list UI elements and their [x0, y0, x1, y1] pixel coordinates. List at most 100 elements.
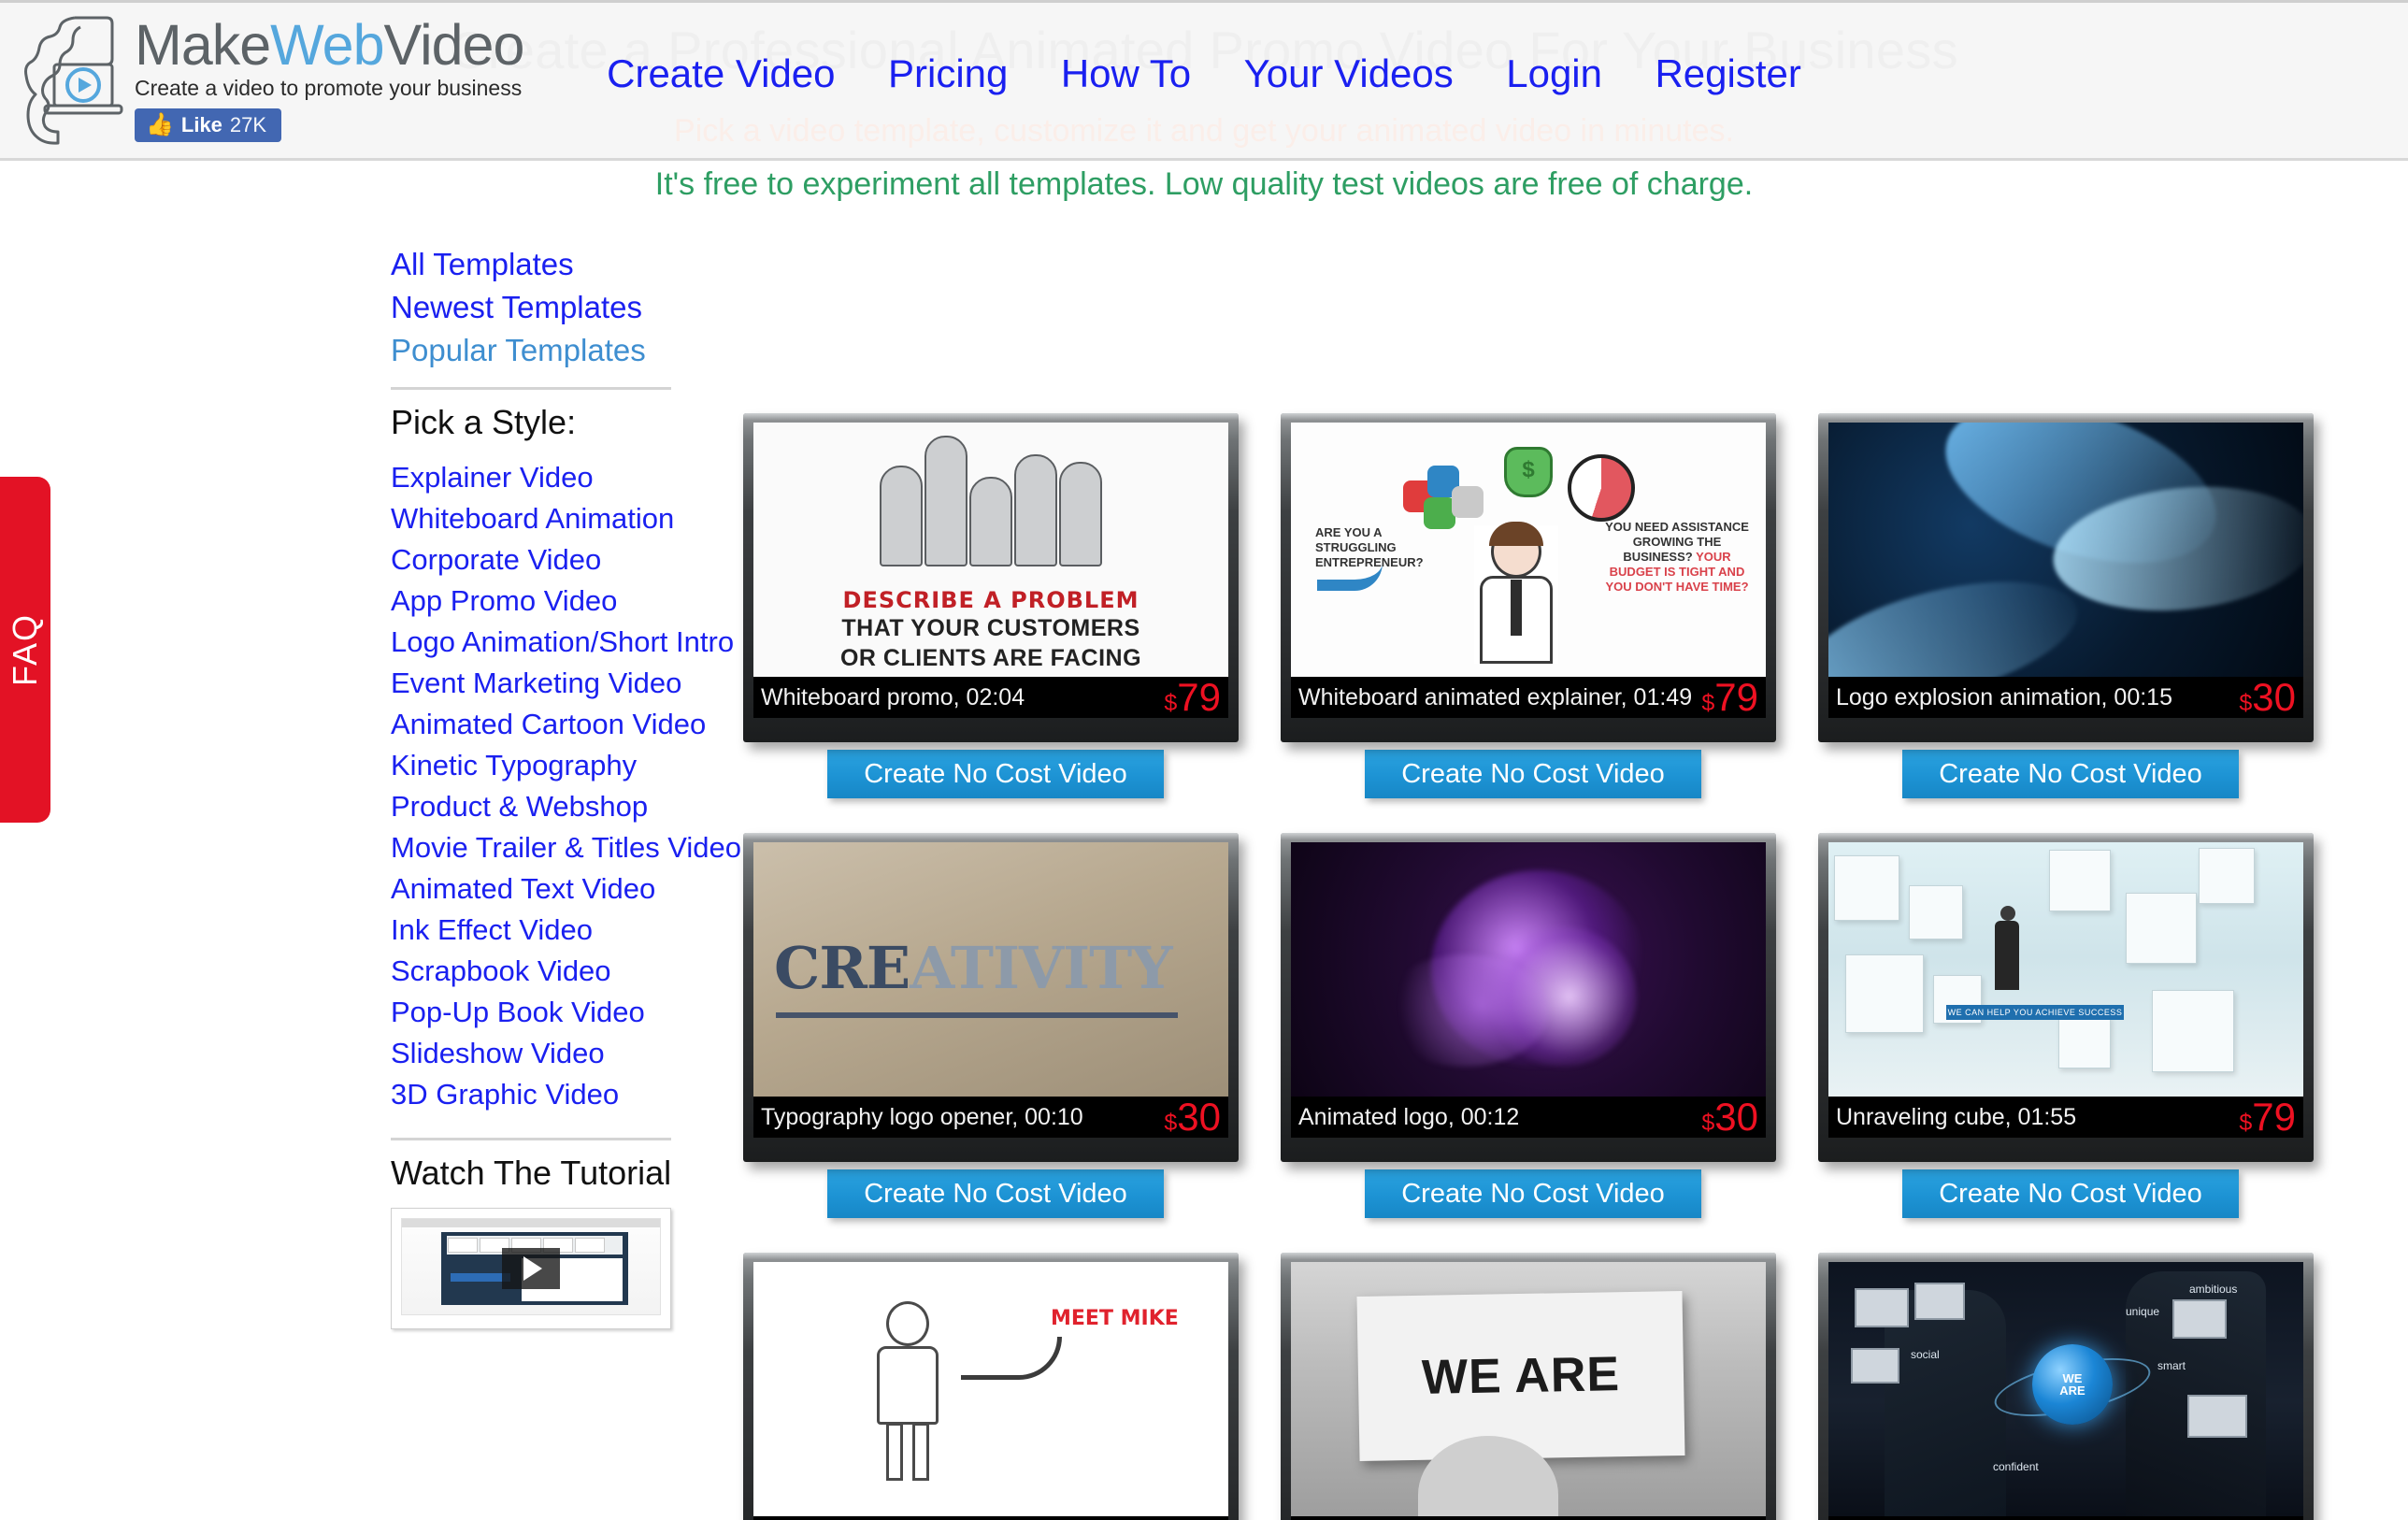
sidebar-item-popular-templates[interactable]: Popular Templates: [391, 329, 671, 372]
facebook-like-button[interactable]: 👍 Like 27K: [135, 108, 282, 142]
create-no-cost-video-button[interactable]: Create No Cost Video: [1902, 1169, 2239, 1218]
nav-how-to[interactable]: How To: [1061, 51, 1191, 96]
thumbs-up-icon: 👍: [146, 112, 174, 137]
sidebar-style-animated-text-video[interactable]: Animated Text Video: [391, 868, 671, 910]
template-info-bar: Animated logo, 00:12 $30: [1291, 1097, 1766, 1138]
sidebar-style-movie-trailer-titles[interactable]: Movie Trailer & Titles Video: [391, 827, 741, 868]
thumb-line-1: DESCRIBE A PROBLEM: [842, 587, 1140, 613]
tutorial-video-thumbnail[interactable]: [391, 1208, 671, 1329]
whiteboard-crowd-art: DESCRIBE A PROBLEM THAT YOUR CUSTOMERS O…: [753, 423, 1228, 677]
template-card[interactable]: WE ARE social unique ambitious smart con…: [1818, 1253, 2323, 1520]
thumb-word-cre: CRE: [774, 934, 910, 1002]
sidebar-style-kinetic-typography[interactable]: Kinetic Typography: [391, 745, 671, 786]
template-preview-frame[interactable]: WE ARE Hands promo, 01:25 $79: [1281, 1253, 1776, 1520]
template-title: Logo explosion animation, 00:15: [1836, 683, 2172, 710]
stick-figure: [873, 1301, 944, 1481]
sidebar-style-ink-effect-video[interactable]: Ink Effect Video: [391, 910, 671, 951]
template-thumbnail: ARE YOU A STRUGGLING ENTREPRENEUR? YOU N…: [1291, 423, 1766, 677]
template-info-bar: Corporate introduction, 00:34 $39: [1828, 1516, 2303, 1520]
template-info-bar: Logo explosion animation, 00:15 $30: [1828, 677, 2303, 718]
template-preview-frame[interactable]: CREATIVITY Typography logo opener, 00:10…: [743, 833, 1239, 1162]
thumb-line-2: THAT YOUR CUSTOMERS: [841, 615, 1140, 641]
facebook-like-count: 27K: [229, 113, 267, 136]
template-card[interactable]: WE ARE Hands promo, 01:25 $79 Create No …: [1281, 1253, 1785, 1520]
sidebar-item-newest-templates[interactable]: Newest Templates: [391, 286, 671, 329]
sidebar-style-slideshow-video[interactable]: Slideshow Video: [391, 1033, 671, 1074]
template-price: $79: [1701, 678, 1758, 717]
sidebar-item-all-templates[interactable]: All Templates: [391, 243, 671, 286]
blue-energy-art: [1828, 423, 2303, 677]
template-price: $79: [1164, 678, 1221, 717]
template-thumbnail: WE CAN HELP YOU ACHIEVE SUCCESS: [1828, 842, 2303, 1097]
money-bag-icon: [1504, 447, 1553, 497]
price-amount: 30: [1177, 1095, 1221, 1139]
template-price: $79: [2239, 1097, 2296, 1137]
template-thumbnail: [1291, 842, 1766, 1097]
sidebar-style-corporate-video[interactable]: Corporate Video: [391, 539, 671, 581]
template-preview-frame[interactable]: MEET MIKE Meet Mike or Marry, 02:06 $79: [743, 1253, 1239, 1520]
sidebar-style-scrapbook-video[interactable]: Scrapbook Video: [391, 951, 671, 992]
nav-register[interactable]: Register: [1655, 51, 1800, 96]
corporate-introduction-art: WE ARE social unique ambitious smart con…: [1828, 1262, 2303, 1516]
play-icon[interactable]: [502, 1248, 560, 1289]
thumb-word-ativity: ATIVITY: [910, 934, 1172, 1002]
sidebar-divider-2: [391, 1138, 671, 1140]
template-thumbnail: MEET MIKE: [753, 1262, 1228, 1516]
template-info-bar: Whiteboard promo, 02:04 $79: [753, 677, 1228, 718]
template-title: Animated logo, 00:12: [1298, 1103, 1520, 1130]
create-no-cost-video-button[interactable]: Create No Cost Video: [1365, 1169, 1701, 1218]
tutorial-section: Watch The Tutorial: [391, 1154, 671, 1329]
nav-login[interactable]: Login: [1506, 51, 1602, 96]
template-preview-frame[interactable]: Animated logo, 00:12 $30: [1281, 833, 1776, 1162]
facebook-like-label: Like: [180, 113, 222, 136]
thumb-question-right: YOU NEED ASSISTANCE GROWING THE BUSINESS…: [1598, 520, 1756, 595]
template-info-bar: Typography logo opener, 00:10 $30: [753, 1097, 1228, 1138]
sidebar-style-popup-book-video[interactable]: Pop-Up Book Video: [391, 992, 671, 1033]
sidebar-style-logo-animation[interactable]: Logo Animation/Short Intro: [391, 622, 734, 663]
template-preview-frame[interactable]: Logo explosion animation, 00:15 $30: [1818, 413, 2314, 742]
thumb-line-3: OR CLIENTS ARE FACING: [839, 645, 1142, 671]
template-card[interactable]: Animated logo, 00:12 $30 Create No Cost …: [1281, 833, 1785, 1218]
tutorial-heading: Watch The Tutorial: [391, 1154, 672, 1192]
template-info-bar: Unraveling cube, 01:55 $79: [1828, 1097, 2303, 1138]
create-no-cost-video-button[interactable]: Create No Cost Video: [1902, 750, 2239, 798]
faq-tab[interactable]: FAQ: [0, 477, 50, 823]
nav-create-video[interactable]: Create Video: [607, 51, 835, 96]
template-preview-frame[interactable]: DESCRIBE A PROBLEM THAT YOUR CUSTOMERS O…: [743, 413, 1239, 742]
template-card[interactable]: Logo explosion animation, 00:15 $30 Crea…: [1818, 413, 2323, 798]
keyword-unique: unique: [2126, 1305, 2160, 1318]
template-card[interactable]: CREATIVITY Typography logo opener, 00:10…: [743, 833, 1248, 1218]
template-preview-frame[interactable]: WE CAN HELP YOU ACHIEVE SUCCESS Unraveli…: [1818, 833, 2314, 1162]
nav-your-videos[interactable]: Your Videos: [1244, 51, 1454, 96]
presenter-figure: [1995, 906, 2019, 990]
template-preview-frame[interactable]: WE ARE social unique ambitious smart con…: [1818, 1253, 2314, 1520]
curved-arrow-icon: [961, 1337, 1062, 1380]
sidebar-style-app-promo-video[interactable]: App Promo Video: [391, 581, 671, 622]
sidebar-style-3d-graphic-video[interactable]: 3D Graphic Video: [391, 1074, 671, 1115]
template-card[interactable]: MEET MIKE Meet Mike or Marry, 02:06 $79 …: [743, 1253, 1248, 1520]
create-no-cost-video-button[interactable]: Create No Cost Video: [827, 750, 1164, 798]
nav-pricing[interactable]: Pricing: [888, 51, 1008, 96]
sidebar-style-event-marketing-video[interactable]: Event Marketing Video: [391, 663, 681, 704]
hero-free-note: It's free to experiment all templates. L…: [654, 166, 1754, 202]
thumb-label: MEET MIKE: [1051, 1307, 1179, 1330]
price-amount: 79: [1177, 675, 1221, 719]
thumb-caption-text: WE CAN HELP YOU ACHIEVE SUCCESS: [1947, 1008, 2123, 1017]
template-thumbnail: WE ARE: [1291, 1262, 1766, 1516]
template-card[interactable]: DESCRIBE A PROBLEM THAT YOUR CUSTOMERS O…: [743, 413, 1248, 798]
underline-rule: [776, 1012, 1178, 1018]
globe-icon: WE ARE: [2032, 1344, 2113, 1425]
create-no-cost-video-button[interactable]: Create No Cost Video: [1365, 750, 1701, 798]
create-no-cost-video-button[interactable]: Create No Cost Video: [827, 1169, 1164, 1218]
template-card[interactable]: ARE YOU A STRUGGLING ENTREPRENEUR? YOU N…: [1281, 413, 1785, 798]
sidebar-style-whiteboard-animation[interactable]: Whiteboard Animation: [391, 498, 674, 539]
currency-symbol: $: [2239, 1110, 2253, 1136]
template-preview-frame[interactable]: ARE YOU A STRUGGLING ENTREPRENEUR? YOU N…: [1281, 413, 1776, 742]
faq-tab-label: FAQ: [6, 612, 44, 687]
keyword-smart: smart: [2157, 1359, 2186, 1372]
sidebar-style-product-webshop[interactable]: Product & Webshop: [391, 786, 671, 827]
template-card[interactable]: WE CAN HELP YOU ACHIEVE SUCCESS Unraveli…: [1818, 833, 2323, 1218]
keyword-confident: confident: [1993, 1460, 2039, 1473]
sidebar-style-animated-cartoon-video[interactable]: Animated Cartoon Video: [391, 704, 706, 745]
sidebar-style-explainer-video[interactable]: Explainer Video: [391, 457, 671, 498]
